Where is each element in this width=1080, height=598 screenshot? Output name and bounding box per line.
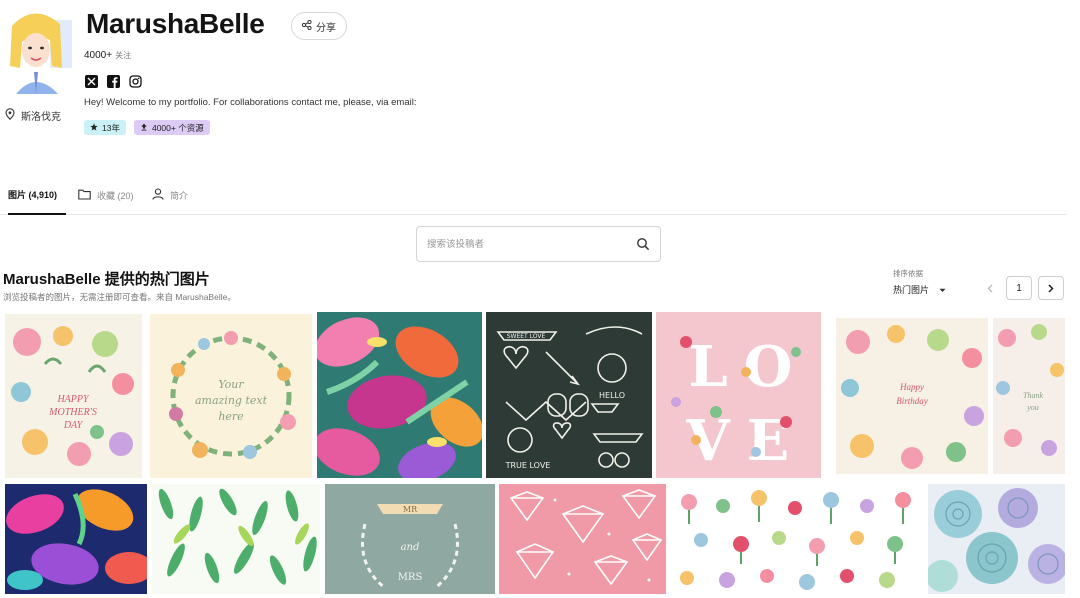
social-links	[84, 74, 142, 88]
followers-unit: 关注	[115, 51, 132, 60]
thumbnail-hand-drawn-flowers[interactable]	[671, 484, 924, 594]
sort-label: 排序依据	[893, 269, 923, 278]
thumbnail-diamonds-pattern[interactable]	[499, 484, 666, 594]
svg-text:Your: Your	[218, 378, 244, 391]
sort-value: 热门图片	[893, 285, 930, 295]
svg-text:here: here	[218, 410, 244, 423]
facebook-icon[interactable]	[106, 74, 120, 88]
pagination: 1	[980, 276, 1064, 300]
tab-collections[interactable]: 收藏 (20)	[78, 176, 134, 214]
profile-bio: Hey! Welcome to my portfolio. For collab…	[84, 97, 417, 108]
chevron-down-icon	[939, 285, 946, 295]
svg-text:O: O	[744, 334, 793, 400]
section-subtitle: 浏览投稿者的图片，无需注册即可查看。来自 MarushaBelle。	[3, 292, 236, 302]
years-badge-label: 13年	[102, 122, 120, 133]
assets-badge-label: 4000+ 个资源	[151, 122, 204, 133]
assets-badge: 4000+ 个资源	[133, 120, 210, 135]
svg-text:MRS: MRS	[398, 572, 423, 583]
search-icon[interactable]	[636, 237, 650, 251]
instagram-icon[interactable]	[128, 74, 142, 88]
svg-text:MR: MR	[403, 505, 418, 514]
thumbnail-mr-and-mrs-wreath[interactable]: MR and MRS	[325, 484, 495, 594]
profile-name: MarushaBelle	[86, 8, 265, 39]
svg-text:Thank: Thank	[1023, 391, 1043, 400]
followers-number: 4000+	[84, 50, 113, 61]
location-text: 斯洛伐克	[21, 112, 61, 123]
svg-text:Happy: Happy	[899, 382, 924, 392]
followers-count: 4000+ 关注	[84, 50, 131, 61]
map-pin-icon	[5, 108, 15, 123]
contributor-search	[416, 226, 661, 262]
thumbnail-birthday-card[interactable]: Happy Birthday	[836, 318, 988, 474]
page-number[interactable]: 1	[1006, 276, 1032, 300]
search-input[interactable]	[427, 238, 636, 250]
years-badge: 13年	[84, 120, 126, 135]
chevron-right-icon	[1048, 283, 1054, 293]
upload-icon	[140, 123, 148, 133]
svg-text:and: and	[401, 542, 420, 553]
thumbnail-floral-wreath[interactable]: Your amazing text here	[150, 314, 312, 478]
thumbnail-chalkboard-doodles[interactable]: SWEET LOVE HELLO TRUE LOVE	[486, 312, 652, 478]
thumbnail-thank-you-card[interactable]: Thank you	[993, 318, 1065, 474]
prev-page-button[interactable]	[980, 276, 1000, 300]
svg-text:SWEET LOVE: SWEET LOVE	[507, 333, 546, 340]
svg-text:TRUE LOVE: TRUE LOVE	[505, 461, 551, 470]
tab-collections-label: 收藏 (20)	[97, 190, 134, 201]
thumbnail-love-lettering[interactable]: L O V E	[656, 312, 821, 478]
thumbnail-tropical-pattern[interactable]	[317, 312, 482, 478]
svg-text:HAPPY: HAPPY	[56, 394, 90, 405]
chevron-left-icon	[987, 284, 993, 292]
tab-images[interactable]: 图片 (4,910)	[8, 176, 66, 215]
profile-avatar[interactable]	[4, 6, 72, 98]
tab-about-label: 简介	[170, 190, 189, 201]
svg-text:you: you	[1026, 403, 1039, 412]
thumbnail-colorful-floral-pattern[interactable]	[5, 484, 147, 594]
thumbnail-watercolor-blue-roses[interactable]	[928, 484, 1065, 594]
next-page-button[interactable]	[1038, 276, 1064, 300]
share-icon	[301, 19, 312, 33]
share-label: 分享	[316, 22, 336, 34]
tab-images-label: 图片 (4,910)	[8, 190, 58, 200]
tab-about[interactable]: 简介	[152, 176, 188, 214]
svg-text:MOTHER'S: MOTHER'S	[48, 407, 97, 418]
location: 斯洛伐克	[5, 108, 61, 123]
svg-text:DAY: DAY	[63, 420, 84, 431]
folder-icon	[78, 189, 91, 202]
thumbnail-green-leaves-pattern[interactable]	[152, 484, 320, 594]
svg-text:amazing text: amazing text	[195, 394, 268, 407]
profile-tabs: 图片 (4,910) 收藏 (20) 简介	[0, 176, 1066, 215]
user-icon	[152, 188, 164, 202]
thumbnail-mothers-day-card[interactable]: HAPPY MOTHER'S DAY	[5, 314, 142, 478]
svg-text:HELLO: HELLO	[599, 391, 625, 400]
svg-text:Birthday: Birthday	[896, 396, 928, 406]
star-icon	[90, 122, 98, 133]
svg-text:L: L	[688, 334, 727, 400]
x-icon[interactable]	[84, 74, 98, 88]
sort-dropdown[interactable]: 热门图片	[893, 283, 946, 296]
profile-badges: 13年 4000+ 个资源	[84, 120, 210, 135]
share-button[interactable]: 分享	[291, 12, 347, 40]
section-title: MarushaBelle 提供的热门图片	[3, 271, 210, 288]
